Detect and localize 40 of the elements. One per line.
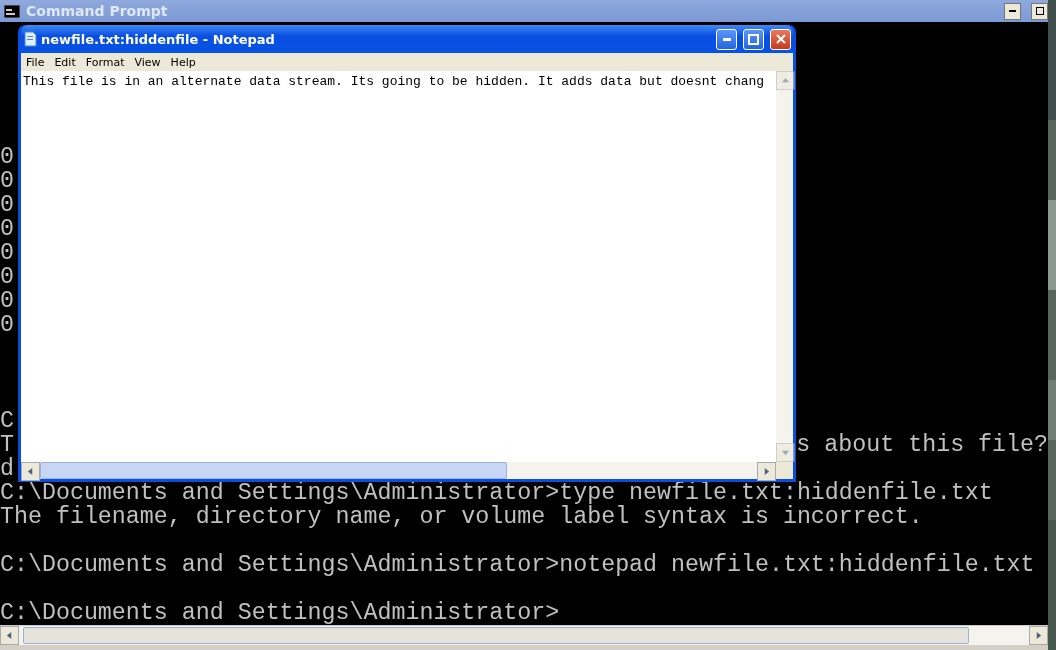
console-line: T (0, 433, 14, 457)
console-line: 0 (0, 265, 14, 289)
menu-item[interactable]: Format (80, 55, 130, 69)
console-line: 0 (0, 193, 14, 217)
close-button[interactable] (770, 28, 791, 50)
console-line: 0 (0, 169, 14, 193)
scroll-up-icon (782, 77, 789, 84)
scroll-right-icon (763, 468, 770, 475)
console-line: 0 (0, 217, 14, 241)
minimize-icon (1009, 10, 1016, 12)
menu-item[interactable]: Help (165, 55, 201, 69)
scroll-right-icon (1035, 632, 1042, 639)
minimize-button[interactable] (1004, 2, 1021, 20)
console-line: C (0, 409, 14, 433)
maximize-icon (1035, 7, 1044, 15)
maximize-icon (748, 33, 759, 45)
window-title: newfile.txt:hiddenfile - Notepad (41, 31, 276, 47)
console-line: C:\Documents and Settings\Administrator>notepad newfile.txt:hiddenfile.txt (0, 553, 1035, 577)
console-line: s about this file? (796, 433, 1048, 457)
menu-item[interactable]: Edit (49, 55, 81, 69)
console-line: 0 (0, 241, 14, 265)
console-line: C:\Documents and Settings\Administrator>type newfile.txt:hiddenfile.txt (0, 481, 993, 505)
maximize-button[interactable] (1031, 2, 1048, 20)
scroll-left-icon (6, 632, 13, 639)
console-line: 0 (0, 313, 14, 337)
menu-item[interactable]: View (129, 55, 166, 69)
console-line: C:\Documents and Settings\Administrator> (0, 601, 560, 625)
scroll-down-icon (782, 449, 789, 456)
minimize-icon (722, 37, 731, 41)
close-icon (775, 34, 786, 44)
console-line: d (0, 457, 14, 481)
console-line: 0 (0, 145, 14, 169)
menu-item[interactable]: File (21, 55, 50, 69)
console-line: The filename, directory name, or volume label syntax is incorrect. (0, 505, 923, 529)
console-icon (4, 4, 20, 18)
window-title: Command Prompt (26, 3, 169, 19)
notepad-icon (23, 31, 37, 47)
console-line: 0 (0, 289, 14, 313)
scroll-left-icon (27, 468, 34, 475)
resize-grip[interactable] (776, 462, 793, 479)
